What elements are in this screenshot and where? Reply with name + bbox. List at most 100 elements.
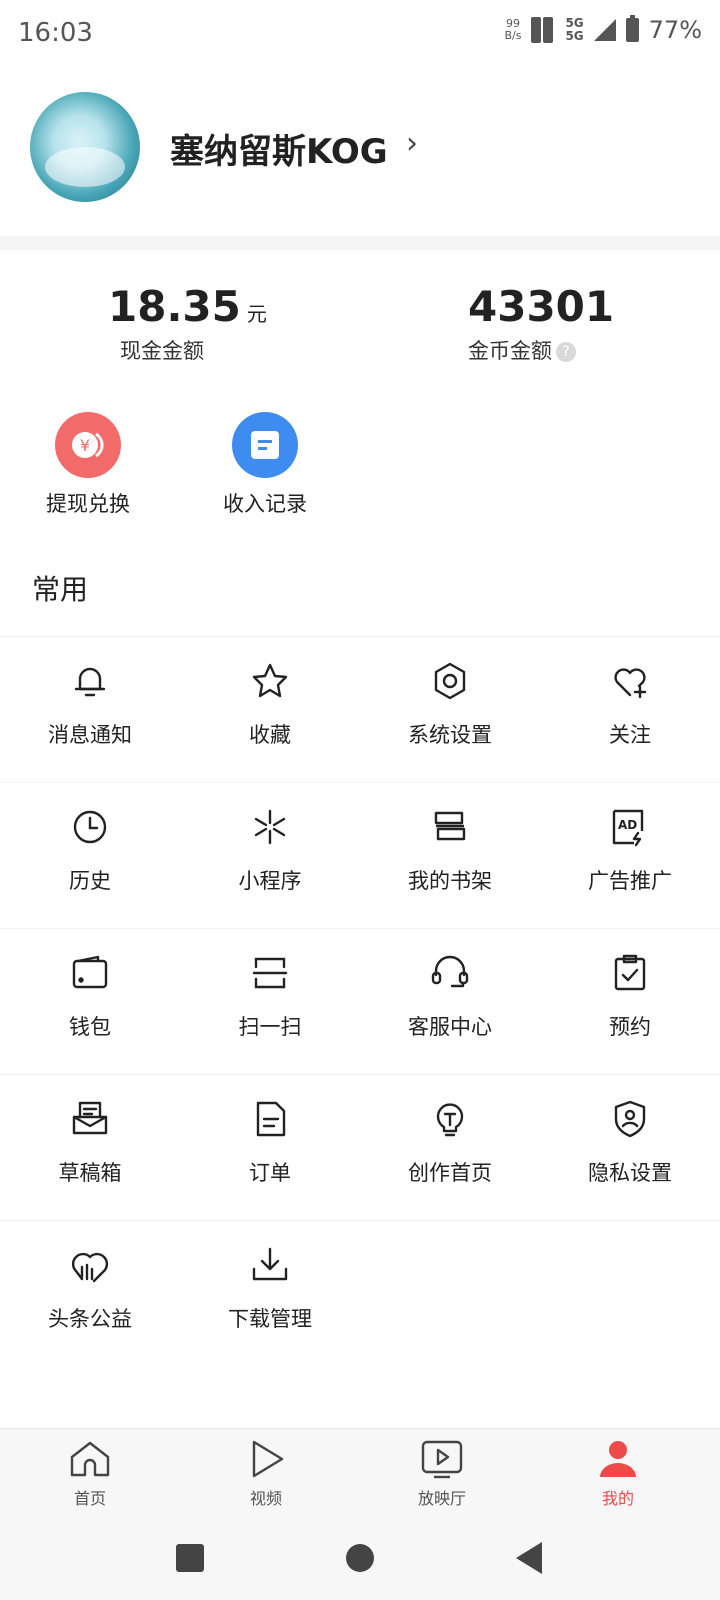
withdraw-exchange-button[interactable]: ¥ 提现兑换: [18, 412, 158, 518]
download-icon: [252, 1247, 288, 1281]
grid-item-drafts[interactable]: 草稿箱: [0, 1075, 180, 1220]
heart-plus-icon: [614, 668, 647, 699]
grid-label: 隐私设置: [588, 1161, 672, 1185]
tab-video[interactable]: 视频: [206, 1439, 326, 1509]
sim-card-icon: [531, 17, 555, 43]
grid-label: 扫一扫: [238, 1015, 302, 1039]
user-icon: [600, 1441, 636, 1477]
tab-home-label: 首页: [73, 1489, 106, 1508]
back-icon[interactable]: [516, 1542, 542, 1574]
grid-label: 草稿箱: [58, 1161, 122, 1185]
withdraw-coin-icon: ¥: [55, 412, 121, 478]
grid-item-reservation[interactable]: 预约: [540, 929, 720, 1074]
grid-item-privacy-settings[interactable]: 隐私设置: [540, 1075, 720, 1220]
ad-icon: AD: [612, 809, 644, 847]
income-records-button[interactable]: 收入记录: [195, 412, 335, 518]
grid-label: 历史: [69, 869, 111, 893]
network-speed-unit: B/s: [504, 29, 522, 42]
grid-label: 订单: [249, 1161, 291, 1185]
grid-item-notifications[interactable]: 消息通知: [0, 637, 180, 782]
tab-video-label: 视频: [249, 1489, 282, 1508]
home-button-icon[interactable]: [346, 1544, 374, 1572]
battery-percentage: 77%: [648, 16, 702, 44]
grid-label: 收藏: [249, 723, 291, 747]
yuan-glyph: ¥: [80, 436, 90, 455]
grid-item-creator-home[interactable]: 创作首页: [360, 1075, 540, 1220]
status-bar: 16:03 99 B/s 5G 5G 77%: [0, 0, 720, 68]
grid-item-history[interactable]: 历史: [0, 783, 180, 928]
grid-item-orders[interactable]: 订单: [180, 1075, 360, 1220]
grid-label: 下载管理: [228, 1307, 312, 1331]
grid-item-bookshelf[interactable]: 我的书架: [360, 783, 540, 928]
grid-label: 小程序: [238, 869, 302, 893]
section-title-common: 常用: [32, 573, 89, 606]
star-icon: [252, 663, 288, 698]
home-icon: [70, 1441, 110, 1477]
battery-icon: [625, 15, 639, 42]
grid-item-favorites[interactable]: 收藏: [180, 637, 360, 782]
grid-label: 我的书架: [408, 869, 492, 893]
grid-label: 客服中心: [408, 1015, 492, 1039]
tab-theater-label: 放映厅: [417, 1489, 466, 1508]
network-speed: 99 B/s: [504, 18, 521, 42]
grid-item-wallet[interactable]: 钱包: [0, 929, 180, 1074]
quick-actions: ¥ 提现兑换 收入记录: [0, 412, 720, 532]
tab-theater[interactable]: 放映厅: [382, 1439, 502, 1509]
avatar[interactable]: [30, 92, 140, 202]
grid-item-follow[interactable]: 关注: [540, 637, 720, 782]
cash-label: 现金金额: [120, 339, 204, 363]
profile-header[interactable]: 塞纳留斯KOG ›: [0, 68, 720, 236]
recent-apps-icon[interactable]: [176, 1544, 204, 1572]
grid-label: 头条公益: [48, 1307, 132, 1331]
svg-text:AD: AD: [618, 818, 637, 832]
grid-label: 系统设置: [408, 723, 492, 747]
coin-balance[interactable]: 43301 金币金额?: [468, 282, 614, 365]
grid-item-customer-service[interactable]: 客服中心: [360, 929, 540, 1074]
bottom-tab-bar: 首页 视频 放映厅 我的: [0, 1428, 720, 1529]
cash-unit: 元: [246, 302, 267, 326]
grid-item-charity[interactable]: 头条公益: [0, 1221, 180, 1366]
tab-mine[interactable]: 我的: [558, 1439, 678, 1509]
coin-label: 金币金额: [468, 339, 552, 363]
drafts-icon: [72, 1101, 108, 1135]
common-tools-grid: 消息通知 收藏 系统设置 关注 历史 小程序 我的书架 AD 广告推广 钱包 扫…: [0, 636, 720, 1366]
network-type: 5G 5G: [565, 17, 583, 43]
grid-label: 关注: [609, 723, 651, 747]
grid-item-ad-promotion[interactable]: AD 广告推广: [540, 783, 720, 928]
grid-label: 预约: [609, 1015, 651, 1039]
scan-icon: [252, 957, 288, 989]
gear-icon: [434, 662, 466, 700]
withdraw-exchange-label: 提现兑换: [46, 492, 130, 516]
charity-heart-icon: [71, 1252, 109, 1283]
grid-label: 消息通知: [48, 723, 132, 747]
tab-mine-label: 我的: [601, 1489, 634, 1508]
cash-amount: 18.35: [108, 282, 241, 331]
grid-label: 钱包: [69, 1015, 111, 1039]
lightbulb-icon: [436, 1103, 464, 1137]
income-records-label: 收入记录: [223, 492, 307, 516]
balance-stats: 18.35 元 现金金额 43301 金币金额?: [0, 270, 720, 380]
tv-play-icon: [421, 1440, 463, 1479]
help-icon[interactable]: ?: [556, 342, 576, 362]
username[interactable]: 塞纳留斯KOG: [170, 124, 388, 173]
bell-icon: [74, 667, 106, 697]
document-list-icon: [232, 412, 298, 478]
network-type-2: 5G: [565, 29, 584, 43]
grid-label: 广告推广: [588, 869, 672, 893]
grid-label: 创作首页: [408, 1161, 492, 1185]
chevron-right-icon[interactable]: ›: [406, 126, 418, 161]
grid-item-system-settings[interactable]: 系统设置: [360, 637, 540, 782]
document-icon: [256, 1101, 286, 1137]
mini-program-icon: [254, 809, 286, 845]
status-icons: 99 B/s 5G 5G 77%: [504, 15, 702, 44]
grid-item-download-manager[interactable]: 下载管理: [180, 1221, 360, 1366]
shield-user-icon: [614, 1100, 646, 1138]
signal-icon: [593, 19, 616, 41]
bookshelf-icon: [434, 811, 466, 841]
grid-item-scan[interactable]: 扫一扫: [180, 929, 360, 1074]
grid-item-mini-programs[interactable]: 小程序: [180, 783, 360, 928]
tab-home[interactable]: 首页: [30, 1439, 150, 1509]
cash-balance[interactable]: 18.35 元 现金金额: [108, 282, 267, 365]
clock-icon: [73, 810, 107, 844]
coin-amount: 43301: [468, 282, 615, 331]
